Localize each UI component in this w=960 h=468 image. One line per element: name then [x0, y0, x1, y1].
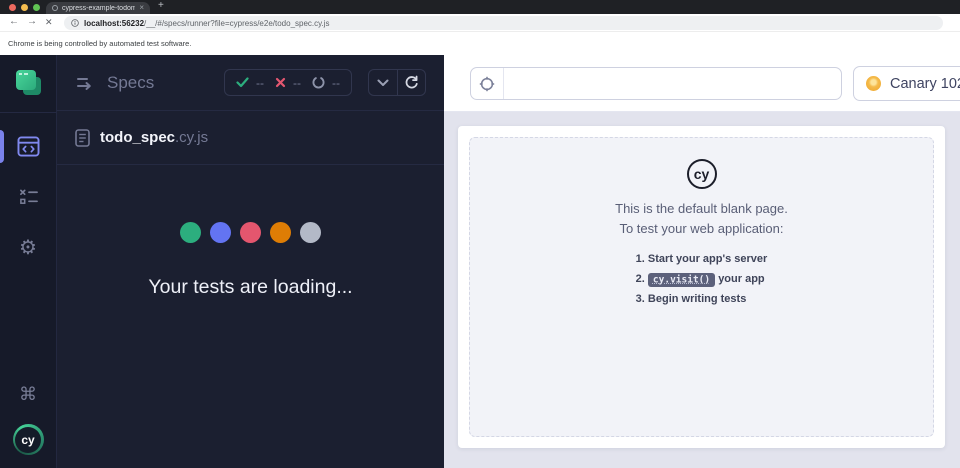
forward-button[interactable]: → [27, 16, 37, 27]
project-switcher-button[interactable] [0, 70, 56, 95]
url-host: localhost:56232 [84, 18, 145, 28]
refresh-icon [405, 75, 418, 89]
test-results-icon [19, 189, 38, 204]
sidebar-item-specs[interactable] [0, 136, 56, 157]
cypress-logo-button[interactable]: cy [0, 424, 56, 455]
loading-dots [57, 222, 444, 243]
loading-message: Your tests are loading... [148, 276, 353, 298]
gear-icon: ⚙ [19, 237, 37, 259]
blank-page-heading-1: This is the default blank page. [615, 201, 788, 216]
pending-refresh-icon [312, 77, 325, 89]
sidebar: ⚙ ⌘ cy [0, 55, 57, 468]
passed-count: -- [256, 75, 264, 90]
sidebar-item-runs[interactable] [0, 188, 56, 207]
tab-title: cypress-example-todomvc [62, 4, 136, 12]
collapse-all-button[interactable] [369, 70, 397, 95]
aut-url-group [470, 67, 842, 100]
run-stats: -- -- -- [224, 69, 352, 96]
pending-count: -- [332, 75, 340, 90]
step-2: 2. cy.visit() your app [635, 272, 765, 287]
tab-favicon-icon [52, 5, 58, 11]
spec-row-todo-spec[interactable]: todo_spec.cy.js [57, 111, 444, 165]
url-text: localhost:56232/__/#/specs/runner?file=c… [84, 19, 330, 28]
crosshair-icon [479, 76, 495, 91]
blank-page-steps: 1. Start your app's server 2. cy.visit()… [636, 252, 768, 312]
tab-close-icon[interactable]: × [139, 4, 144, 12]
blank-page-content: cy This is the default blank page. To te… [469, 137, 934, 437]
browser-select-button[interactable]: Canary 102 [853, 66, 960, 101]
browser-select-label: Canary 102 [890, 75, 960, 92]
address-bar[interactable]: localhost:56232/__/#/specs/runner?file=c… [64, 16, 943, 30]
keyboard-shortcuts-button[interactable]: ⌘ [0, 385, 56, 403]
loading-dot [240, 222, 261, 243]
browser-tab[interactable]: cypress-example-todomvc × [46, 2, 150, 14]
passed-check-icon [236, 77, 249, 88]
loading-dot [300, 222, 321, 243]
loading-dot [270, 222, 291, 243]
url-path: /__/#/specs/runner?file=cypress/e2e/todo… [144, 18, 330, 28]
step-1: 1. Start your app's server [635, 253, 768, 266]
chevron-down-icon [377, 79, 389, 86]
step-3: 3. Begin writing tests [635, 292, 747, 305]
code-chip: cy.visit() [647, 272, 716, 287]
refresh-specs-button[interactable] [397, 70, 425, 95]
cypress-runner-area: ⚙ ⌘ cy Specs -- -- -- todo_spec.cy.js Yo… [0, 55, 960, 468]
specs-actions [368, 69, 426, 96]
loading-dot [180, 222, 201, 243]
aut-header: Canary 102 [444, 55, 960, 112]
blank-page-heading-2: To test your web application: [619, 220, 784, 236]
loading-dot [210, 222, 231, 243]
failed-x-icon [275, 77, 286, 88]
chrome-canary-icon [866, 76, 881, 91]
selector-playground-button[interactable] [471, 68, 504, 99]
collapse-specs-list-icon[interactable] [75, 74, 95, 92]
stop-button[interactable]: ✕ [45, 17, 53, 28]
specs-panel-header: Specs -- -- -- [57, 55, 444, 111]
browser-toolbar: ← → ✕ localhost:56232/__/#/specs/runner?… [0, 14, 960, 32]
spec-file-name: todo_spec.cy.js [100, 128, 209, 146]
blank-page-card: cy This is the default blank page. To te… [458, 126, 945, 448]
spec-file-icon [75, 128, 90, 147]
failed-count: -- [293, 75, 301, 90]
automation-infobar: Chrome is being controlled by automated … [0, 33, 960, 55]
minimize-window-button[interactable] [21, 4, 28, 11]
specs-panel-title: Specs [107, 72, 155, 92]
maximize-window-button[interactable] [33, 4, 40, 11]
sidebar-divider [0, 112, 57, 113]
site-info-icon[interactable] [71, 19, 79, 27]
cypress-blank-logo-icon: cy [686, 159, 717, 189]
cypress-logo-icon: cy [12, 424, 44, 455]
tests-loading-section: Your tests are loading... [57, 165, 444, 299]
specs-code-window-icon [17, 136, 39, 157]
aut-panel: Canary 102 cy This is the default blank … [444, 55, 960, 468]
project-icon [15, 70, 41, 95]
specs-panel: Specs -- -- -- todo_spec.cy.js Your test… [57, 55, 444, 468]
close-window-button[interactable] [9, 4, 16, 11]
command-icon: ⌘ [19, 384, 37, 404]
cypress-app-window: cypress-example-todomvc × + ← → ✕ localh… [0, 0, 960, 468]
sidebar-item-settings[interactable]: ⚙ [0, 238, 56, 258]
aut-url-input[interactable] [504, 68, 841, 99]
back-button[interactable]: ← [9, 16, 19, 27]
browser-tab-bar: cypress-example-todomvc × + [0, 0, 960, 14]
new-tab-button[interactable]: + [158, 0, 164, 11]
